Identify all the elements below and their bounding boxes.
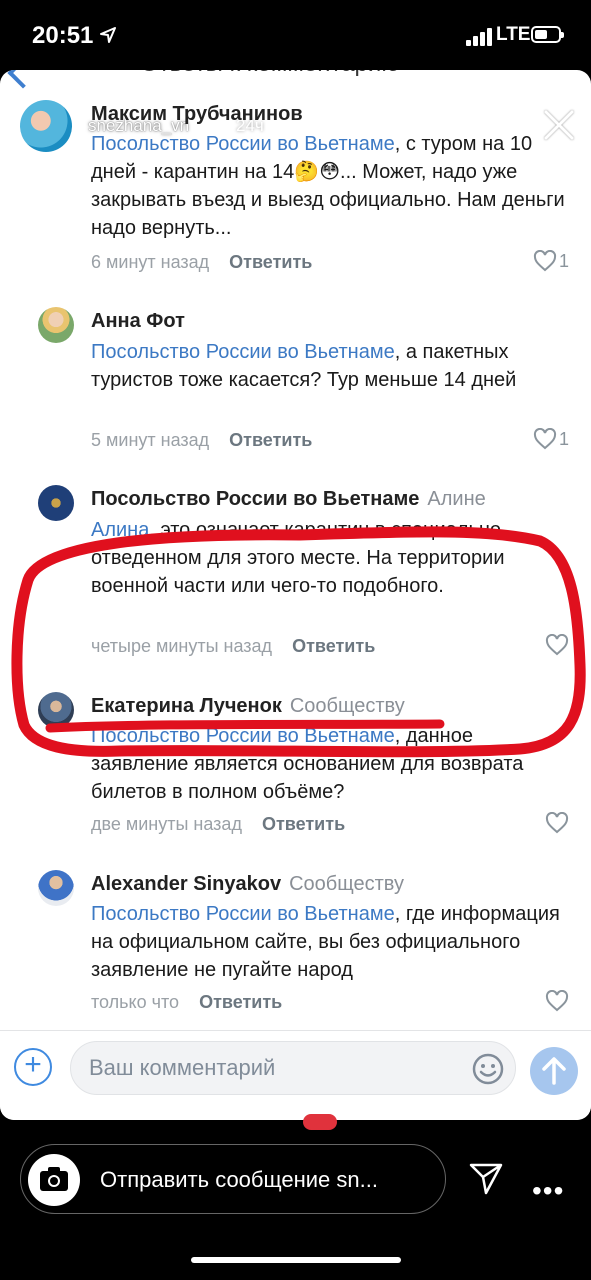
comment-time: только что	[91, 992, 180, 1012]
comment-time: 6 минут назад	[91, 252, 210, 272]
home-indicator	[191, 1257, 401, 1263]
mention-link[interactable]: Посольство России во Вьетнаме	[91, 903, 395, 925]
heart-icon	[533, 428, 557, 450]
reply-button[interactable]: Ответить	[229, 252, 312, 272]
back-chevron-icon[interactable]	[7, 70, 39, 89]
notification-dot	[303, 1114, 337, 1130]
heart-icon	[533, 250, 557, 272]
reply-button[interactable]: Ответить	[199, 992, 282, 1012]
status-bar: 20:51 LTE	[0, 0, 591, 70]
comment-text: Посольство России во Вьетнаме, с туром н…	[91, 133, 565, 239]
comment-time: две минуты назад	[91, 814, 242, 834]
reply-button[interactable]: Ответить	[229, 430, 312, 450]
like-count: 1	[558, 428, 569, 449]
comment-meta: две минуты назад Ответить	[91, 814, 345, 835]
avatar[interactable]	[38, 307, 74, 343]
comment-replies-sheet: Ответы к комментарию snezhana_vn 24ч Мак…	[0, 70, 591, 1120]
heart-icon	[545, 634, 569, 656]
comment-author[interactable]: Посольство России во Вьетнаме Алине	[91, 488, 486, 511]
comment-author[interactable]: Екатерина Лученок Сообществу	[91, 695, 405, 718]
mention-link[interactable]: Посольство России во Вьетнаме	[91, 341, 395, 363]
heart-icon	[545, 812, 569, 834]
avatar[interactable]	[38, 870, 74, 906]
like-button[interactable]: 1	[533, 250, 569, 272]
reply-button[interactable]: Ответить	[292, 636, 375, 656]
comment-text: Посольство России во Вьетнаме, данное за…	[91, 725, 524, 803]
reply-button[interactable]: Ответить	[262, 814, 345, 834]
signal-strength-icon	[466, 28, 494, 46]
comment-text: Алина, это означает карантин в специальн…	[91, 519, 505, 597]
like-button[interactable]	[545, 812, 569, 834]
sheet-title: Ответы к комментарию	[140, 70, 399, 78]
network-type: LTE	[496, 24, 531, 45]
status-time: 20:51	[32, 22, 94, 49]
heart-icon	[545, 990, 569, 1012]
send-button[interactable]	[530, 1047, 578, 1095]
comment-time: 5 минут назад	[91, 430, 210, 450]
comment-time: четыре минуты назад	[91, 636, 273, 656]
avatar[interactable]	[20, 100, 72, 152]
comment-author[interactable]: Максим Трубчанинов	[91, 103, 303, 126]
comment-text: Посольство России во Вьетнаме, а пакетны…	[91, 341, 517, 391]
comment-author[interactable]: Alexander Sinyakov Сообществу	[91, 873, 404, 896]
comment-meta: только что Ответить	[91, 992, 282, 1013]
comment-meta: четыре минуты назад Ответить	[91, 636, 375, 657]
story-reply-bar: Отправить сообщение sn... •••	[0, 1114, 591, 1280]
reply-target: Алине	[427, 488, 486, 510]
comment-input[interactable]: Ваш комментарий	[70, 1041, 516, 1095]
reply-target: Сообществу	[289, 873, 404, 895]
arrow-up-icon	[542, 1057, 566, 1085]
camera-icon	[40, 1167, 68, 1191]
like-button[interactable]: 1	[533, 428, 569, 450]
comment-text: Посольство России во Вьетнаме, где инфор…	[91, 903, 560, 981]
paper-plane-icon[interactable]	[468, 1160, 504, 1196]
mention-link[interactable]: Алина	[91, 519, 149, 541]
like-button[interactable]	[545, 990, 569, 1012]
like-count: 1	[558, 250, 569, 271]
avatar[interactable]	[38, 485, 74, 521]
add-attachment-button[interactable]: +	[14, 1048, 52, 1086]
message-placeholder: Отправить сообщение sn...	[100, 1167, 378, 1192]
reply-target: Сообществу	[289, 695, 405, 717]
mention-link[interactable]: Посольство России во Вьетнаме	[91, 725, 395, 747]
battery-icon	[531, 26, 564, 43]
more-options-icon[interactable]: •••	[532, 1175, 564, 1207]
avatar[interactable]	[38, 692, 74, 728]
comment-author[interactable]: Анна Фот	[91, 310, 185, 333]
like-button[interactable]	[545, 634, 569, 656]
comment-composer: + Ваш комментарий	[0, 1030, 591, 1120]
mention-link[interactable]: Посольство России во Вьетнаме	[91, 133, 395, 155]
location-arrow-icon	[100, 27, 116, 43]
comment-meta: 5 минут назад Ответить	[91, 430, 312, 451]
camera-button[interactable]	[28, 1154, 80, 1206]
emoji-icon[interactable]	[472, 1053, 504, 1085]
comment-meta: 6 минут назад Ответить	[91, 252, 312, 273]
